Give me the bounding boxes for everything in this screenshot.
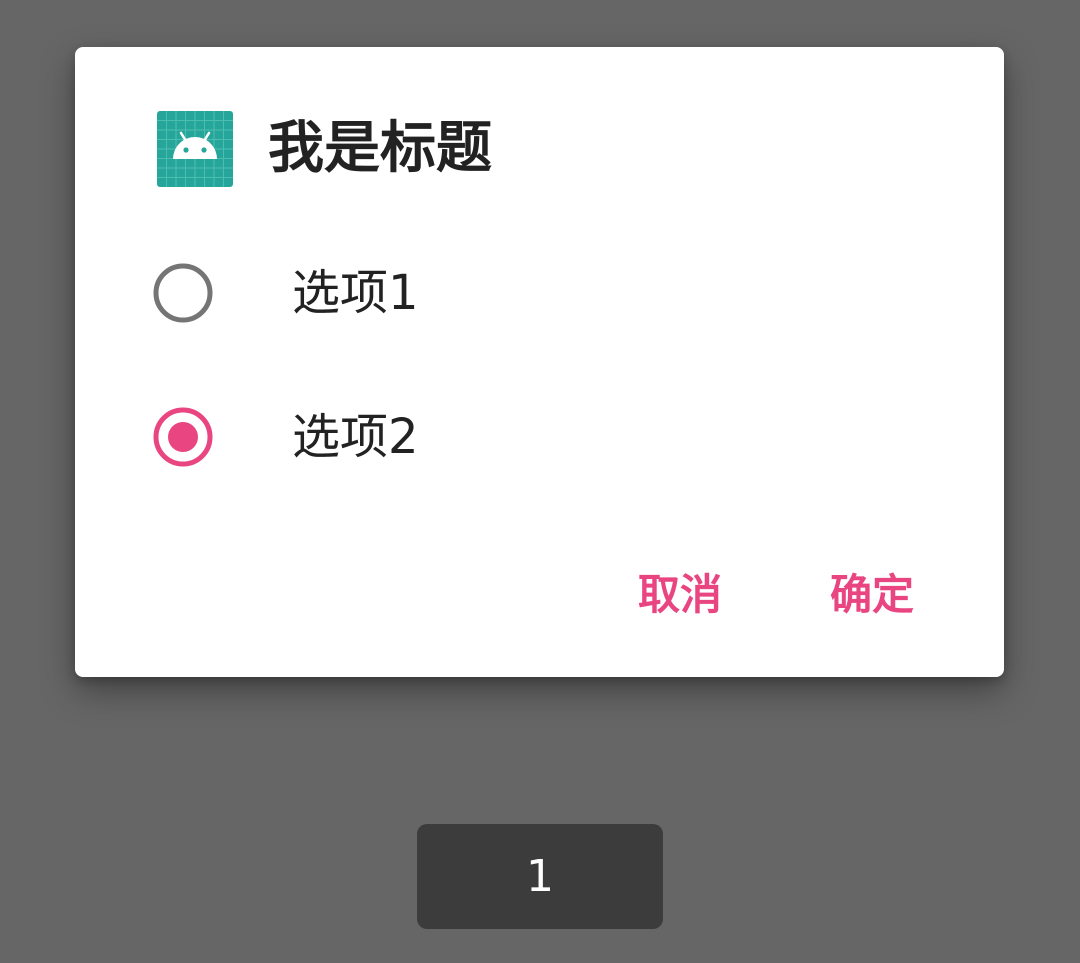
android-app-icon: [157, 111, 233, 187]
option-label: 选项2: [292, 409, 419, 465]
ok-button[interactable]: 确定: [817, 557, 927, 633]
cancel-button[interactable]: 取消: [625, 557, 735, 633]
toast-message: 1: [417, 824, 663, 929]
dialog-title: 我是标题: [268, 116, 492, 181]
radio-unchecked-icon[interactable]: [153, 263, 213, 323]
option-2[interactable]: 选项2: [75, 377, 1004, 497]
radio-checked-icon[interactable]: [153, 407, 213, 467]
option-1[interactable]: 选项1: [75, 233, 1004, 353]
option-label: 选项1: [292, 265, 419, 321]
single-choice-dialog: 我是标题 选项1 选项2 取消 确定: [75, 47, 1004, 677]
